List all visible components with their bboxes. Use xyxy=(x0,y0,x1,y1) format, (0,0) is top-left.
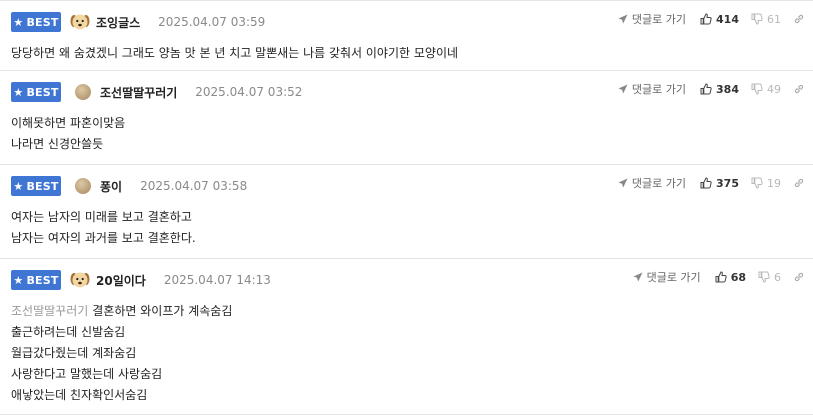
dog-avatar-icon xyxy=(70,272,90,288)
comment-line: 당당하면 왜 숨겼겠니 그래도 양놈 맛 본 년 치고 말뽄새는 나름 갖춰서 … xyxy=(11,46,459,60)
comment-date: 2025.04.07 03:58 xyxy=(140,179,248,193)
reply-link[interactable]: 댓글로 가기 xyxy=(633,269,701,285)
comment-line: 월급갔다줬는데 계좌숨김 xyxy=(11,346,137,360)
dislike-button[interactable]: 61 xyxy=(751,13,781,26)
dislike-button[interactable]: 6 xyxy=(758,271,781,284)
comment-actions: 댓글로 가기 384 49 xyxy=(618,81,805,97)
best-badge: ★ BEST xyxy=(11,270,61,290)
best-badge-label: BEST xyxy=(26,85,59,99)
link-icon xyxy=(794,178,804,188)
like-button[interactable]: 414 xyxy=(700,13,739,26)
thumbs-up-icon xyxy=(700,83,712,95)
like-count: 384 xyxy=(716,82,739,96)
comment-body: 당당하면 왜 숨겼겠니 그래도 양놈 맛 본 년 치고 말뽄새는 나름 갖춰서 … xyxy=(11,43,813,64)
comment-item: ★BEST 20일이다 2025.04.07 14:13 댓글로 가기 68 xyxy=(0,259,813,415)
paper-plane-icon xyxy=(633,272,643,282)
comment-body: 조선딸딸꾸러기 결혼하면 와이프가 계속숨김 출근하려는데 신발숨김 월급갔다줬는… xyxy=(11,301,813,406)
reply-label: 댓글로 가기 xyxy=(631,83,687,96)
thumbs-up-icon xyxy=(715,271,727,283)
reply-link[interactable]: 댓글로 가기 xyxy=(618,81,686,97)
comment-line: 이해못하면 파혼이맞음 xyxy=(11,116,126,130)
paper-plane-icon xyxy=(618,14,628,24)
reply-link[interactable]: 댓글로 가기 xyxy=(618,175,686,191)
reply-label: 댓글로 가기 xyxy=(631,177,687,190)
comment-item: ★ BEST 조선딸딸꾸러기 2025.04.07 03:52 댓글로 가기 38… xyxy=(0,71,813,165)
copy-link-button[interactable] xyxy=(793,83,805,95)
best-badge-label: BEST xyxy=(26,15,59,29)
dislike-count: 49 xyxy=(767,82,781,96)
star-icon: ★ xyxy=(13,179,24,193)
thumbs-down-icon xyxy=(751,13,763,25)
dislike-count: 61 xyxy=(767,12,781,26)
avatar-dot-icon xyxy=(75,178,91,194)
like-count: 68 xyxy=(730,270,746,284)
best-badge: ★ BEST xyxy=(11,82,61,102)
comment-line: 출근하려는데 신발숨김 xyxy=(11,325,126,339)
star-icon: ★ xyxy=(13,15,24,29)
star-icon: ★ xyxy=(13,273,24,287)
link-icon xyxy=(794,84,804,94)
comment-line: 남자는 여자의 과거를 보고 결혼한다. xyxy=(11,231,196,245)
comment-item: ★BEST 조잉글스 2025.04.07 03:59 댓글로 가기 414 xyxy=(0,1,813,71)
thumbs-up-icon xyxy=(700,177,712,189)
comment-actions: 댓글로 가기 375 19 xyxy=(618,175,805,191)
comment-line: 나라면 신경안쓸듯 xyxy=(11,137,104,151)
reply-label: 댓글로 가기 xyxy=(646,271,701,284)
comment-date: 2025.04.07 03:59 xyxy=(158,15,266,29)
like-button[interactable]: 384 xyxy=(700,83,739,96)
link-icon xyxy=(794,272,804,282)
comment-nickname[interactable]: 퐁이 xyxy=(100,178,122,195)
mention-nickname[interactable]: 조선딸딸꾸러기 xyxy=(11,304,88,318)
copy-link-button[interactable] xyxy=(793,177,805,189)
comment-date: 2025.04.07 14:13 xyxy=(163,273,271,287)
comment-body: 이해못하면 파혼이맞음 나라면 신경안쓸듯 xyxy=(11,113,813,155)
like-count: 375 xyxy=(716,176,739,190)
thumbs-down-icon xyxy=(751,177,763,189)
paper-plane-icon xyxy=(618,178,628,188)
comment-item: ★BEST 퐁이 2025.04.07 03:58 댓글로 가기 375 19 xyxy=(0,165,813,259)
avatar-dot-icon xyxy=(75,84,91,100)
dislike-button[interactable]: 49 xyxy=(751,83,781,96)
comment-line: 조선딸딸꾸러기 결혼하면 와이프가 계속숨김 xyxy=(11,301,813,322)
comment-nickname[interactable]: 조잉글스 xyxy=(96,14,140,31)
comment-nickname[interactable]: 20일이다 xyxy=(96,272,146,289)
comment-actions: 댓글로 가기 414 61 xyxy=(618,11,805,27)
comment-line: 애낳았는데 친자확인서숨김 xyxy=(11,388,148,402)
comment-actions: 댓글로 가기 68 6 xyxy=(633,269,805,285)
reply-label: 댓글로 가기 xyxy=(631,13,687,26)
comment-line: 사랑한다고 말했는데 사랑숨김 xyxy=(11,367,163,381)
dislike-count: 19 xyxy=(767,176,781,190)
thumbs-down-icon xyxy=(751,83,763,95)
best-badge: ★ BEST xyxy=(11,12,61,32)
dislike-button[interactable]: 19 xyxy=(751,177,781,190)
copy-link-button[interactable] xyxy=(793,271,805,283)
best-badge-label: BEST xyxy=(26,179,59,193)
best-badge: ★ BEST xyxy=(11,176,61,196)
link-icon xyxy=(794,14,804,24)
like-count: 414 xyxy=(716,12,739,26)
paper-plane-icon xyxy=(618,84,628,94)
star-icon: ★ xyxy=(13,85,24,99)
comment-list: ★BEST 조잉글스 2025.04.07 03:59 댓글로 가기 414 xyxy=(0,0,813,415)
best-badge-label: BEST xyxy=(26,273,59,287)
comment-line: 여자는 남자의 미래를 보고 결혼하고 xyxy=(11,210,192,224)
copy-link-button[interactable] xyxy=(793,13,805,25)
like-button[interactable]: 375 xyxy=(700,177,739,190)
comment-date: 2025.04.07 03:52 xyxy=(195,85,303,99)
comment-nickname[interactable]: 조선딸딸꾸러기 xyxy=(100,84,177,101)
dog-avatar-icon xyxy=(70,14,90,30)
thumbs-down-icon xyxy=(758,271,770,283)
like-button[interactable]: 68 xyxy=(715,271,746,284)
reply-link[interactable]: 댓글로 가기 xyxy=(618,11,686,27)
dislike-count: 6 xyxy=(774,270,781,284)
comment-line-text: 결혼하면 와이프가 계속숨김 xyxy=(92,304,233,318)
thumbs-up-icon xyxy=(700,13,712,25)
comment-body: 여자는 남자의 미래를 보고 결혼하고 남자는 여자의 과거를 보고 결혼한다. xyxy=(11,207,813,249)
